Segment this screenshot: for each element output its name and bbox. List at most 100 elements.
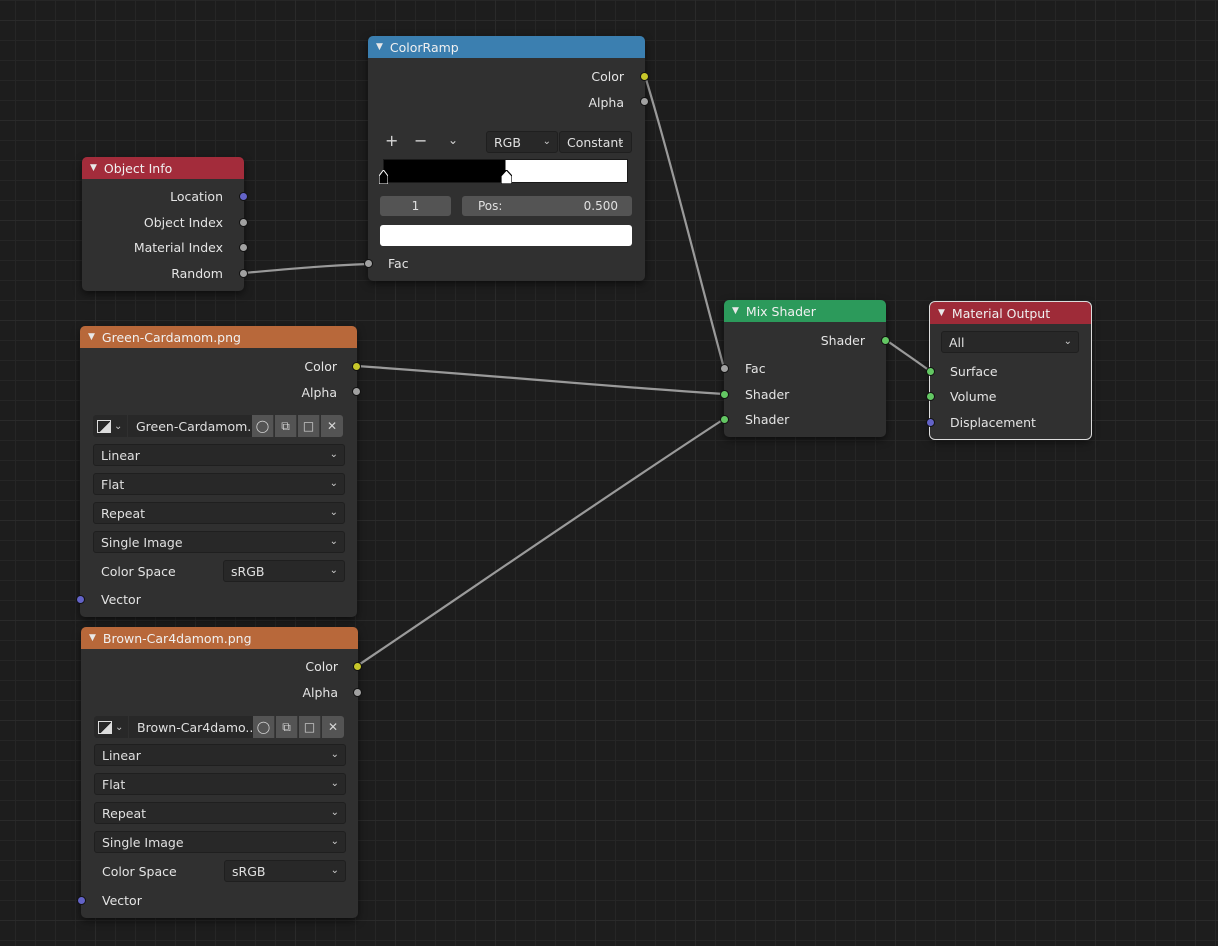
- input-fac-label: Fac: [388, 256, 409, 271]
- color-space-select[interactable]: sRGB ⌄: [223, 560, 345, 582]
- interpolation-value: Constant: [567, 134, 624, 150]
- chevron-down-icon: ⌄: [330, 807, 339, 818]
- projection-select[interactable]: Flat ⌄: [93, 473, 345, 495]
- image-browse-button[interactable]: ⌄: [93, 415, 127, 437]
- interpolation-select[interactable]: Linear ⌄: [94, 744, 346, 766]
- source-select[interactable]: Single Image ⌄: [94, 831, 346, 853]
- collapse-triangle-icon[interactable]: ▼: [938, 308, 945, 318]
- interpolation-select[interactable]: Constant ⌄: [559, 131, 632, 153]
- stop-index-field[interactable]: 1: [380, 196, 451, 216]
- image-name-field[interactable]: Green-Cardamom...: [128, 415, 252, 437]
- socket-vector[interactable]: [77, 896, 86, 905]
- node-header[interactable]: ▼ Mix Shader: [724, 300, 886, 322]
- node-header[interactable]: ▼ ColorRamp: [368, 36, 645, 58]
- color-mode-value: RGB: [494, 134, 521, 150]
- socket-shader-out[interactable]: [881, 336, 890, 345]
- collapse-triangle-icon[interactable]: ▼: [376, 42, 383, 52]
- color-space-select[interactable]: sRGB ⌄: [224, 860, 346, 882]
- remove-stop-button[interactable]: −: [414, 131, 427, 150]
- socket-random[interactable]: [239, 269, 248, 278]
- stop-marker-0[interactable]: [378, 169, 389, 185]
- node-color-ramp[interactable]: ▼ ColorRamp Color Alpha + − ⌄ RGB ⌄ Cons…: [364, 36, 649, 281]
- node-material-output[interactable]: ▼ Material Output All ⌄ Surface Volume D…: [926, 301, 1092, 440]
- image-name-field[interactable]: Brown-Car4damo..: [129, 716, 253, 738]
- fake-user-shield-icon[interactable]: ◯: [253, 716, 275, 738]
- socket-alpha[interactable]: [640, 97, 649, 106]
- socket-shader-in-1[interactable]: [720, 390, 729, 399]
- socket-color[interactable]: [640, 72, 649, 81]
- output-material-index-label: Material Index: [133, 240, 223, 255]
- duplicate-icon[interactable]: ⧉: [275, 415, 297, 437]
- node-image-texture-green[interactable]: ▼ Green-Cardamom.png Color Alpha ⌄ Green…: [76, 326, 361, 617]
- source-value: Single Image: [101, 534, 183, 550]
- collapse-triangle-icon[interactable]: ▼: [89, 633, 96, 643]
- collapse-triangle-icon[interactable]: ▼: [90, 163, 97, 173]
- chevron-down-icon: ⌄: [114, 420, 123, 432]
- socket-fac[interactable]: [720, 364, 729, 373]
- collapse-triangle-icon[interactable]: ▼: [88, 332, 95, 342]
- output-random-label: Random: [171, 266, 223, 281]
- socket-alpha[interactable]: [352, 387, 361, 396]
- chevron-down-icon: ⌄: [329, 536, 338, 547]
- image-browse-button[interactable]: ⌄: [94, 716, 128, 738]
- stop-position-field[interactable]: Pos: 0.500: [462, 196, 632, 216]
- chevron-down-icon: ⌄: [329, 449, 338, 460]
- socket-surface[interactable]: [926, 367, 935, 376]
- socket-material-index[interactable]: [239, 243, 248, 252]
- node-object-info[interactable]: ▼ Object Info Location Object Index Mate…: [82, 157, 248, 291]
- target-select[interactable]: All ⌄: [941, 331, 1079, 353]
- socket-volume[interactable]: [926, 392, 935, 401]
- node-header[interactable]: ▼ Brown-Car4damom.png: [81, 627, 358, 649]
- stop-color-swatch[interactable]: [380, 225, 632, 246]
- close-icon[interactable]: ✕: [322, 716, 344, 738]
- node-title: Brown-Car4damom.png: [102, 630, 252, 646]
- source-select[interactable]: Single Image ⌄: [93, 531, 345, 553]
- interpolation-select[interactable]: Linear ⌄: [93, 444, 345, 466]
- node-image-texture-brown[interactable]: ▼ Brown-Car4damom.png Color Alpha ⌄ Brow…: [77, 627, 362, 918]
- chevron-down-icon: ⌄: [329, 565, 338, 576]
- chevron-down-icon: ⌄: [329, 478, 338, 489]
- link-brown-color-to-mix-shader2: [355, 417, 726, 668]
- input-fac-label: Fac: [745, 361, 766, 376]
- close-icon[interactable]: ✕: [321, 415, 343, 437]
- node-header[interactable]: ▼ Object Info: [82, 157, 244, 179]
- output-color-label: Color: [304, 359, 337, 374]
- socket-color[interactable]: [353, 662, 362, 671]
- duplicate-icon[interactable]: ⧉: [276, 716, 298, 738]
- socket-displacement[interactable]: [926, 418, 935, 427]
- node-mix-shader[interactable]: ▼ Mix Shader Shader Fac Shader Shader: [720, 300, 890, 437]
- socket-fac[interactable]: [364, 259, 373, 268]
- link-mix-to-surface: [884, 338, 932, 373]
- node-title: Object Info: [103, 160, 173, 176]
- socket-vector[interactable]: [76, 595, 85, 604]
- collapse-triangle-icon[interactable]: ▼: [732, 306, 739, 316]
- socket-color[interactable]: [352, 362, 361, 371]
- extension-select[interactable]: Repeat ⌄: [93, 502, 345, 524]
- color-space-value: sRGB: [232, 863, 266, 879]
- color-mode-select[interactable]: RGB ⌄: [486, 131, 558, 153]
- open-folder-icon[interactable]: □: [298, 415, 320, 437]
- projection-value: Flat: [102, 776, 126, 792]
- node-header[interactable]: ▼ Material Output: [930, 302, 1091, 324]
- open-folder-icon[interactable]: □: [299, 716, 321, 738]
- socket-object-index[interactable]: [239, 218, 248, 227]
- chevron-down-icon: ⌄: [330, 778, 339, 789]
- stop-marker-1[interactable]: [500, 169, 513, 185]
- projection-select[interactable]: Flat ⌄: [94, 773, 346, 795]
- output-shader-label: Shader: [820, 333, 865, 348]
- socket-alpha[interactable]: [353, 688, 362, 697]
- output-alpha-label: Alpha: [301, 385, 337, 400]
- fake-user-shield-icon[interactable]: ◯: [252, 415, 274, 437]
- node-header[interactable]: ▼ Green-Cardamom.png: [80, 326, 357, 348]
- position-label: Pos:: [478, 199, 503, 213]
- extension-select[interactable]: Repeat ⌄: [94, 802, 346, 824]
- add-stop-button[interactable]: +: [385, 131, 398, 150]
- chevron-down-icon[interactable]: ⌄: [448, 133, 458, 147]
- image-icon: [97, 419, 111, 433]
- input-vector-label: Vector: [101, 592, 141, 607]
- input-volume-label: Volume: [950, 389, 997, 404]
- chevron-down-icon: ⌄: [542, 136, 551, 147]
- socket-shader-in-2[interactable]: [720, 415, 729, 424]
- socket-location[interactable]: [239, 192, 248, 201]
- extension-value: Repeat: [101, 505, 146, 521]
